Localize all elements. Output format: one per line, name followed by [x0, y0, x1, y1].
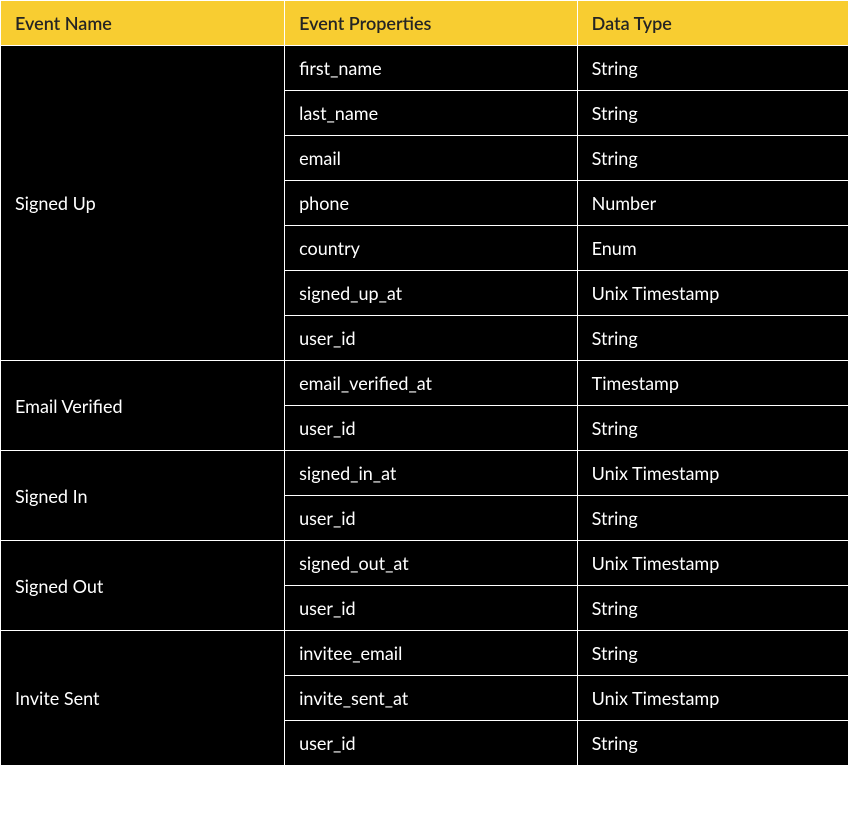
data-type-cell: Timestamp	[577, 361, 848, 406]
data-type-cell: Unix Timestamp	[577, 451, 848, 496]
event-property-cell: email	[285, 136, 578, 181]
table-header: Event Name Event Properties Data Type	[1, 1, 849, 46]
event-name-cell: Signed Up	[1, 46, 285, 361]
event-property-cell: signed_out_at	[285, 541, 578, 586]
event-property-cell: user_id	[285, 586, 578, 631]
data-type-cell: Unix Timestamp	[577, 541, 848, 586]
table-row: Signed Outsigned_out_atUnix Timestamp	[1, 541, 849, 586]
event-name-cell: Signed In	[1, 451, 285, 541]
data-type-cell: String	[577, 496, 848, 541]
event-property-cell: country	[285, 226, 578, 271]
header-event-name: Event Name	[1, 1, 285, 46]
event-property-cell: user_id	[285, 721, 578, 766]
data-type-cell: String	[577, 631, 848, 676]
events-table: Event Name Event Properties Data Type Si…	[0, 0, 849, 766]
header-data-type: Data Type	[577, 1, 848, 46]
data-type-cell: Unix Timestamp	[577, 271, 848, 316]
event-property-cell: last_name	[285, 91, 578, 136]
event-property-cell: phone	[285, 181, 578, 226]
data-type-cell: String	[577, 136, 848, 181]
event-name-cell: Invite Sent	[1, 631, 285, 766]
table-row: Signed Insigned_in_atUnix Timestamp	[1, 451, 849, 496]
event-property-cell: first_name	[285, 46, 578, 91]
event-property-cell: email_verified_at	[285, 361, 578, 406]
event-name-cell: Email Verified	[1, 361, 285, 451]
event-property-cell: invite_sent_at	[285, 676, 578, 721]
event-property-cell: user_id	[285, 496, 578, 541]
event-property-cell: signed_in_at	[285, 451, 578, 496]
data-type-cell: String	[577, 406, 848, 451]
event-property-cell: user_id	[285, 406, 578, 451]
data-type-cell: Unix Timestamp	[577, 676, 848, 721]
data-type-cell: String	[577, 316, 848, 361]
event-name-cell: Signed Out	[1, 541, 285, 631]
data-type-cell: String	[577, 721, 848, 766]
event-property-cell: invitee_email	[285, 631, 578, 676]
data-type-cell: Number	[577, 181, 848, 226]
table-row: Invite Sentinvitee_emailString	[1, 631, 849, 676]
header-event-properties: Event Properties	[285, 1, 578, 46]
event-property-cell: user_id	[285, 316, 578, 361]
table-row: Signed Upfirst_nameString	[1, 46, 849, 91]
data-type-cell: String	[577, 91, 848, 136]
event-property-cell: signed_up_at	[285, 271, 578, 316]
data-type-cell: String	[577, 586, 848, 631]
table-row: Email Verifiedemail_verified_atTimestamp	[1, 361, 849, 406]
data-type-cell: String	[577, 46, 848, 91]
table-body: Signed Upfirst_nameStringlast_nameString…	[1, 46, 849, 766]
data-type-cell: Enum	[577, 226, 848, 271]
